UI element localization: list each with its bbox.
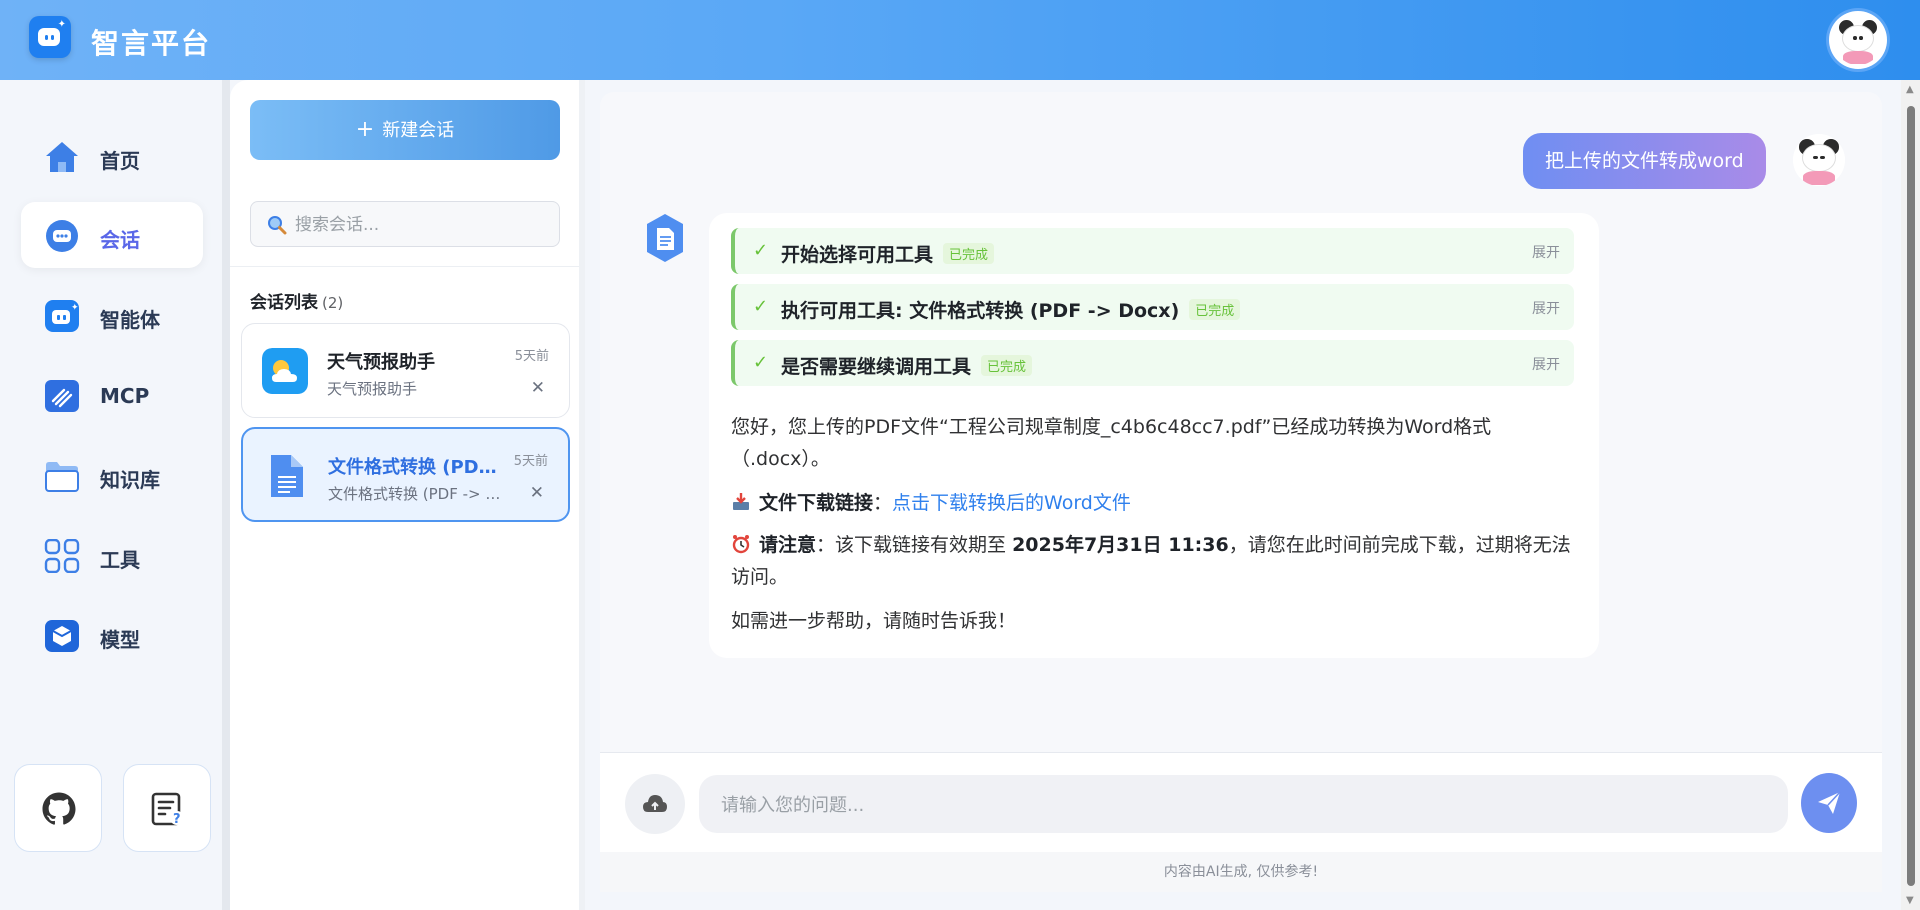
tool-step[interactable]: ✓ 执行可用工具: 文件格式转换 (PDF -> Docx) 已完成 展开 (731, 284, 1574, 330)
notice-text: ：该下载链接有效期至 (816, 534, 1013, 556)
inbox-tray-icon (733, 493, 749, 510)
github-icon (42, 792, 76, 825)
search-session (250, 201, 560, 247)
nav-label: 会话 (100, 228, 140, 252)
tool-step[interactable]: ✓ 是否需要继续调用工具 已完成 展开 (731, 340, 1574, 386)
nav-item-home[interactable]: 首页 (21, 123, 203, 189)
session-panel: + 新建会话 会话列表(2) 天气预报助手 天气预报助手 5天前 ✕ 文件格式转换… (230, 80, 579, 910)
assistant-avatar-icon (647, 214, 683, 262)
robot-icon: ✦ (45, 300, 79, 332)
step-label: 开始选择可用工具 (781, 244, 934, 266)
panel-divider (222, 80, 230, 910)
nav-item-tools[interactable]: 工具 (21, 522, 203, 588)
cloud-upload-icon (643, 795, 667, 812)
status-badge: 已完成 (943, 243, 995, 264)
nav-label: 智能体 (100, 308, 160, 332)
status-badge: 已完成 (981, 355, 1033, 376)
session-item-file-convert[interactable]: 文件格式转换 (PDF -> Docx) 文件格式转换 (PDF -> Docx… (241, 427, 570, 522)
weather-icon (262, 348, 308, 394)
nav-label: 模型 (100, 628, 140, 652)
cube-icon (45, 620, 79, 652)
page-scrollbar[interactable]: ▲ ▼ (1901, 80, 1920, 910)
check-icon: ✓ (753, 296, 769, 317)
chat-icon (46, 220, 78, 252)
scroll-up-icon[interactable]: ▲ (1906, 84, 1914, 95)
help-doc-icon: ? (151, 792, 184, 827)
ai-disclaimer: 内容由AI生成, 仅供参考! (600, 852, 1882, 892)
session-title: 文件格式转换 (PDF -> Docx) (328, 457, 503, 478)
message-input-box (699, 775, 1788, 833)
session-title: 天气预报助手 (327, 352, 435, 373)
new-chat-button[interactable]: + 新建会话 (250, 100, 560, 160)
upload-button[interactable] (625, 774, 685, 834)
download-link[interactable]: 点击下载转换后的Word文件 (892, 492, 1131, 514)
notice-line: 请注意：该下载链接有效期至 2025年7月31日 11:36，请您在此时间前完成… (731, 529, 1576, 593)
status-badge: 已完成 (1189, 299, 1241, 320)
download-line: 文件下载链接：点击下载转换后的Word文件 (731, 487, 1581, 519)
session-time: 5天前 (514, 349, 549, 364)
sidebar-nav: 首页 会话 ✦ 智能体 MCP 知识库 工具 模型 ? (0, 80, 222, 910)
nav-item-knowledge[interactable]: 知识库 (21, 442, 203, 508)
divider (230, 266, 579, 267)
step-label: 是否需要继续调用工具 (781, 356, 972, 378)
app-logo-icon: ✦ (29, 16, 71, 58)
reply-paragraph: 如需进一步帮助，请随时告诉我！ (731, 610, 1017, 632)
grid-icon (44, 539, 80, 573)
scroll-down-icon[interactable]: ▼ (1906, 895, 1914, 906)
svg-text:?: ? (173, 812, 181, 827)
svg-text:✦: ✦ (71, 303, 79, 313)
send-button[interactable] (1801, 773, 1857, 833)
check-icon: ✓ (753, 352, 769, 373)
nav-label: MCP (100, 384, 150, 408)
session-count: (2) (322, 294, 344, 312)
mcp-icon (45, 380, 79, 412)
session-item-weather[interactable]: 天气预报助手 天气预报助手 5天前 ✕ (241, 323, 570, 418)
delete-session-icon[interactable]: ✕ (531, 378, 545, 398)
nav-label: 知识库 (100, 468, 160, 492)
nav-label: 首页 (100, 149, 140, 173)
session-list-label: 会话列表 (250, 293, 318, 313)
download-label: 文件下载链接 (759, 492, 874, 514)
search-icon (268, 216, 287, 235)
nav-item-mcp[interactable]: MCP (21, 362, 203, 428)
expand-button[interactable]: 展开 (1532, 242, 1560, 262)
session-subtitle: 文件格式转换 (PDF -> Docx) (328, 485, 503, 503)
expand-button[interactable]: 展开 (1532, 298, 1560, 318)
scrollbar-thumb[interactable] (1907, 106, 1915, 886)
nav-item-chat[interactable]: 会话 (21, 202, 203, 268)
delete-session-icon[interactable]: ✕ (530, 483, 544, 503)
notice-time: 2025年7月31日 11:36 (1012, 534, 1229, 556)
expand-button[interactable]: 展开 (1532, 354, 1560, 374)
tool-step[interactable]: ✓ 开始选择可用工具 已完成 展开 (731, 228, 1574, 274)
user-avatar (1793, 134, 1845, 186)
message-input[interactable] (721, 791, 1761, 821)
plus-icon: + (355, 117, 375, 142)
assistant-message-card: ✓ 开始选择可用工具 已完成 展开 ✓ 执行可用工具: 文件格式转换 (PDF -… (709, 213, 1599, 658)
home-icon (46, 142, 78, 172)
session-subtitle: 天气预报助手 (327, 380, 418, 398)
new-chat-label: 新建会话 (382, 120, 455, 141)
top-header: ✦ 智言平台 (0, 0, 1920, 80)
panel-divider (579, 80, 585, 910)
nav-label: 工具 (100, 548, 140, 572)
user-message-bubble: 把上传的文件转成word (1523, 133, 1766, 189)
session-time: 5天前 (513, 454, 548, 469)
app-title: 智言平台 (91, 27, 212, 60)
nav-item-models[interactable]: 模型 (21, 602, 203, 668)
nav-item-agents[interactable]: ✦ 智能体 (21, 282, 203, 348)
check-icon: ✓ (753, 240, 769, 261)
folder-icon (45, 462, 79, 492)
reply-paragraph: 您好，您上传的PDF文件“工程公司规章制度_c4b6c48cc7.pdf”已经成… (731, 416, 1492, 470)
document-icon (271, 455, 303, 497)
message-composer (600, 752, 1882, 852)
user-avatar[interactable] (1829, 11, 1887, 69)
alarm-clock-icon (732, 535, 750, 554)
step-label: 执行可用工具: 文件格式转换 (PDF -> Docx) (781, 300, 1180, 322)
session-list-title: 会话列表 (2) (250, 288, 343, 313)
github-button[interactable] (14, 764, 102, 852)
search-input[interactable] (295, 210, 545, 240)
help-docs-button[interactable]: ? (123, 764, 211, 852)
send-icon (1818, 791, 1841, 814)
notice-label: 请注意 (759, 534, 817, 556)
